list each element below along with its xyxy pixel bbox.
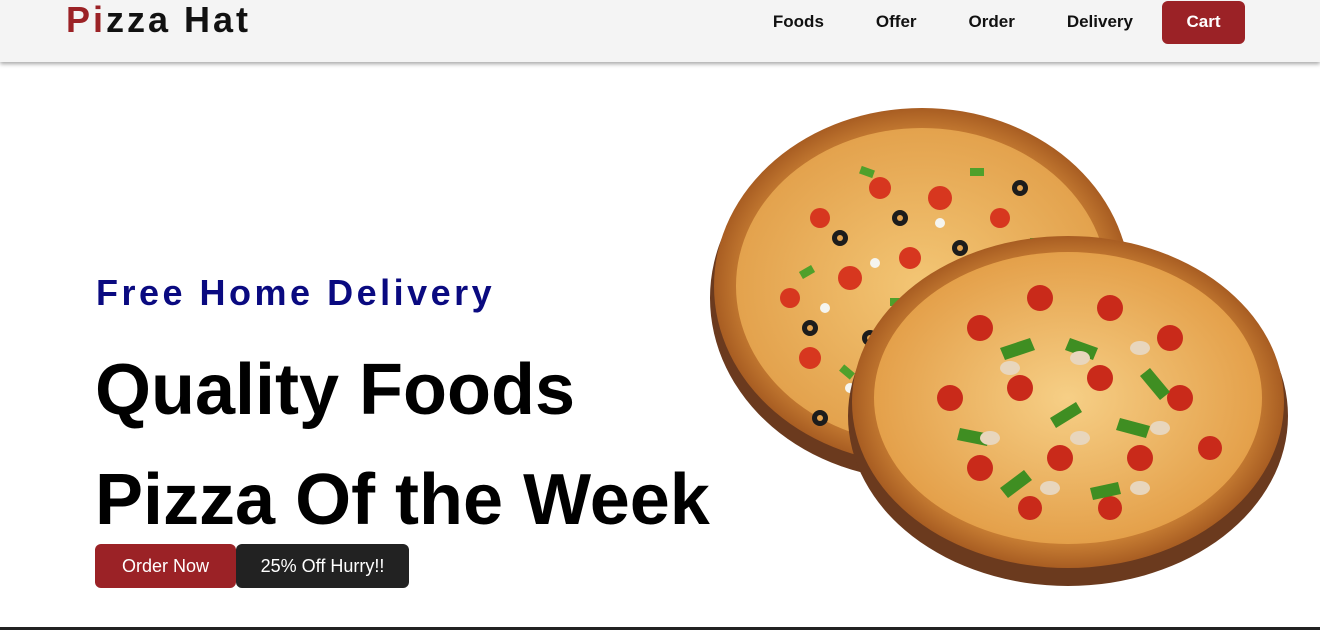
brand-rest: zza Hat	[106, 0, 252, 40]
nav-link-foods[interactable]: Foods	[773, 12, 824, 32]
nav-link-order[interactable]: Order	[969, 12, 1015, 32]
hero-headline-quality: Quality Foods	[95, 350, 576, 430]
offer-button[interactable]: 25% Off Hurry!!	[236, 544, 409, 588]
navbar: Pizza Hat Foods Offer Order Delivery Car…	[0, 0, 1320, 62]
hero-headline-pizza: Pizza Of the Week	[95, 460, 710, 540]
cart-button[interactable]: Cart	[1162, 0, 1245, 44]
hero-section: Free Home Delivery Quality Foods Pizza O…	[0, 62, 1320, 628]
brand-accent: Pi	[66, 0, 107, 40]
nav-link-offer[interactable]: Offer	[876, 12, 917, 32]
nav-menu: Foods Offer Order Delivery Cart	[773, 0, 1320, 44]
nav-link-delivery[interactable]: Delivery	[1067, 12, 1133, 32]
pizza-image	[710, 108, 1288, 586]
order-now-button[interactable]: Order Now	[95, 544, 236, 588]
brand-logo[interactable]: Pizza Hat	[66, 0, 251, 40]
hero-tagline: Free Home Delivery	[96, 272, 496, 313]
hero-buttons: Order Now 25% Off Hurry!!	[95, 544, 409, 588]
